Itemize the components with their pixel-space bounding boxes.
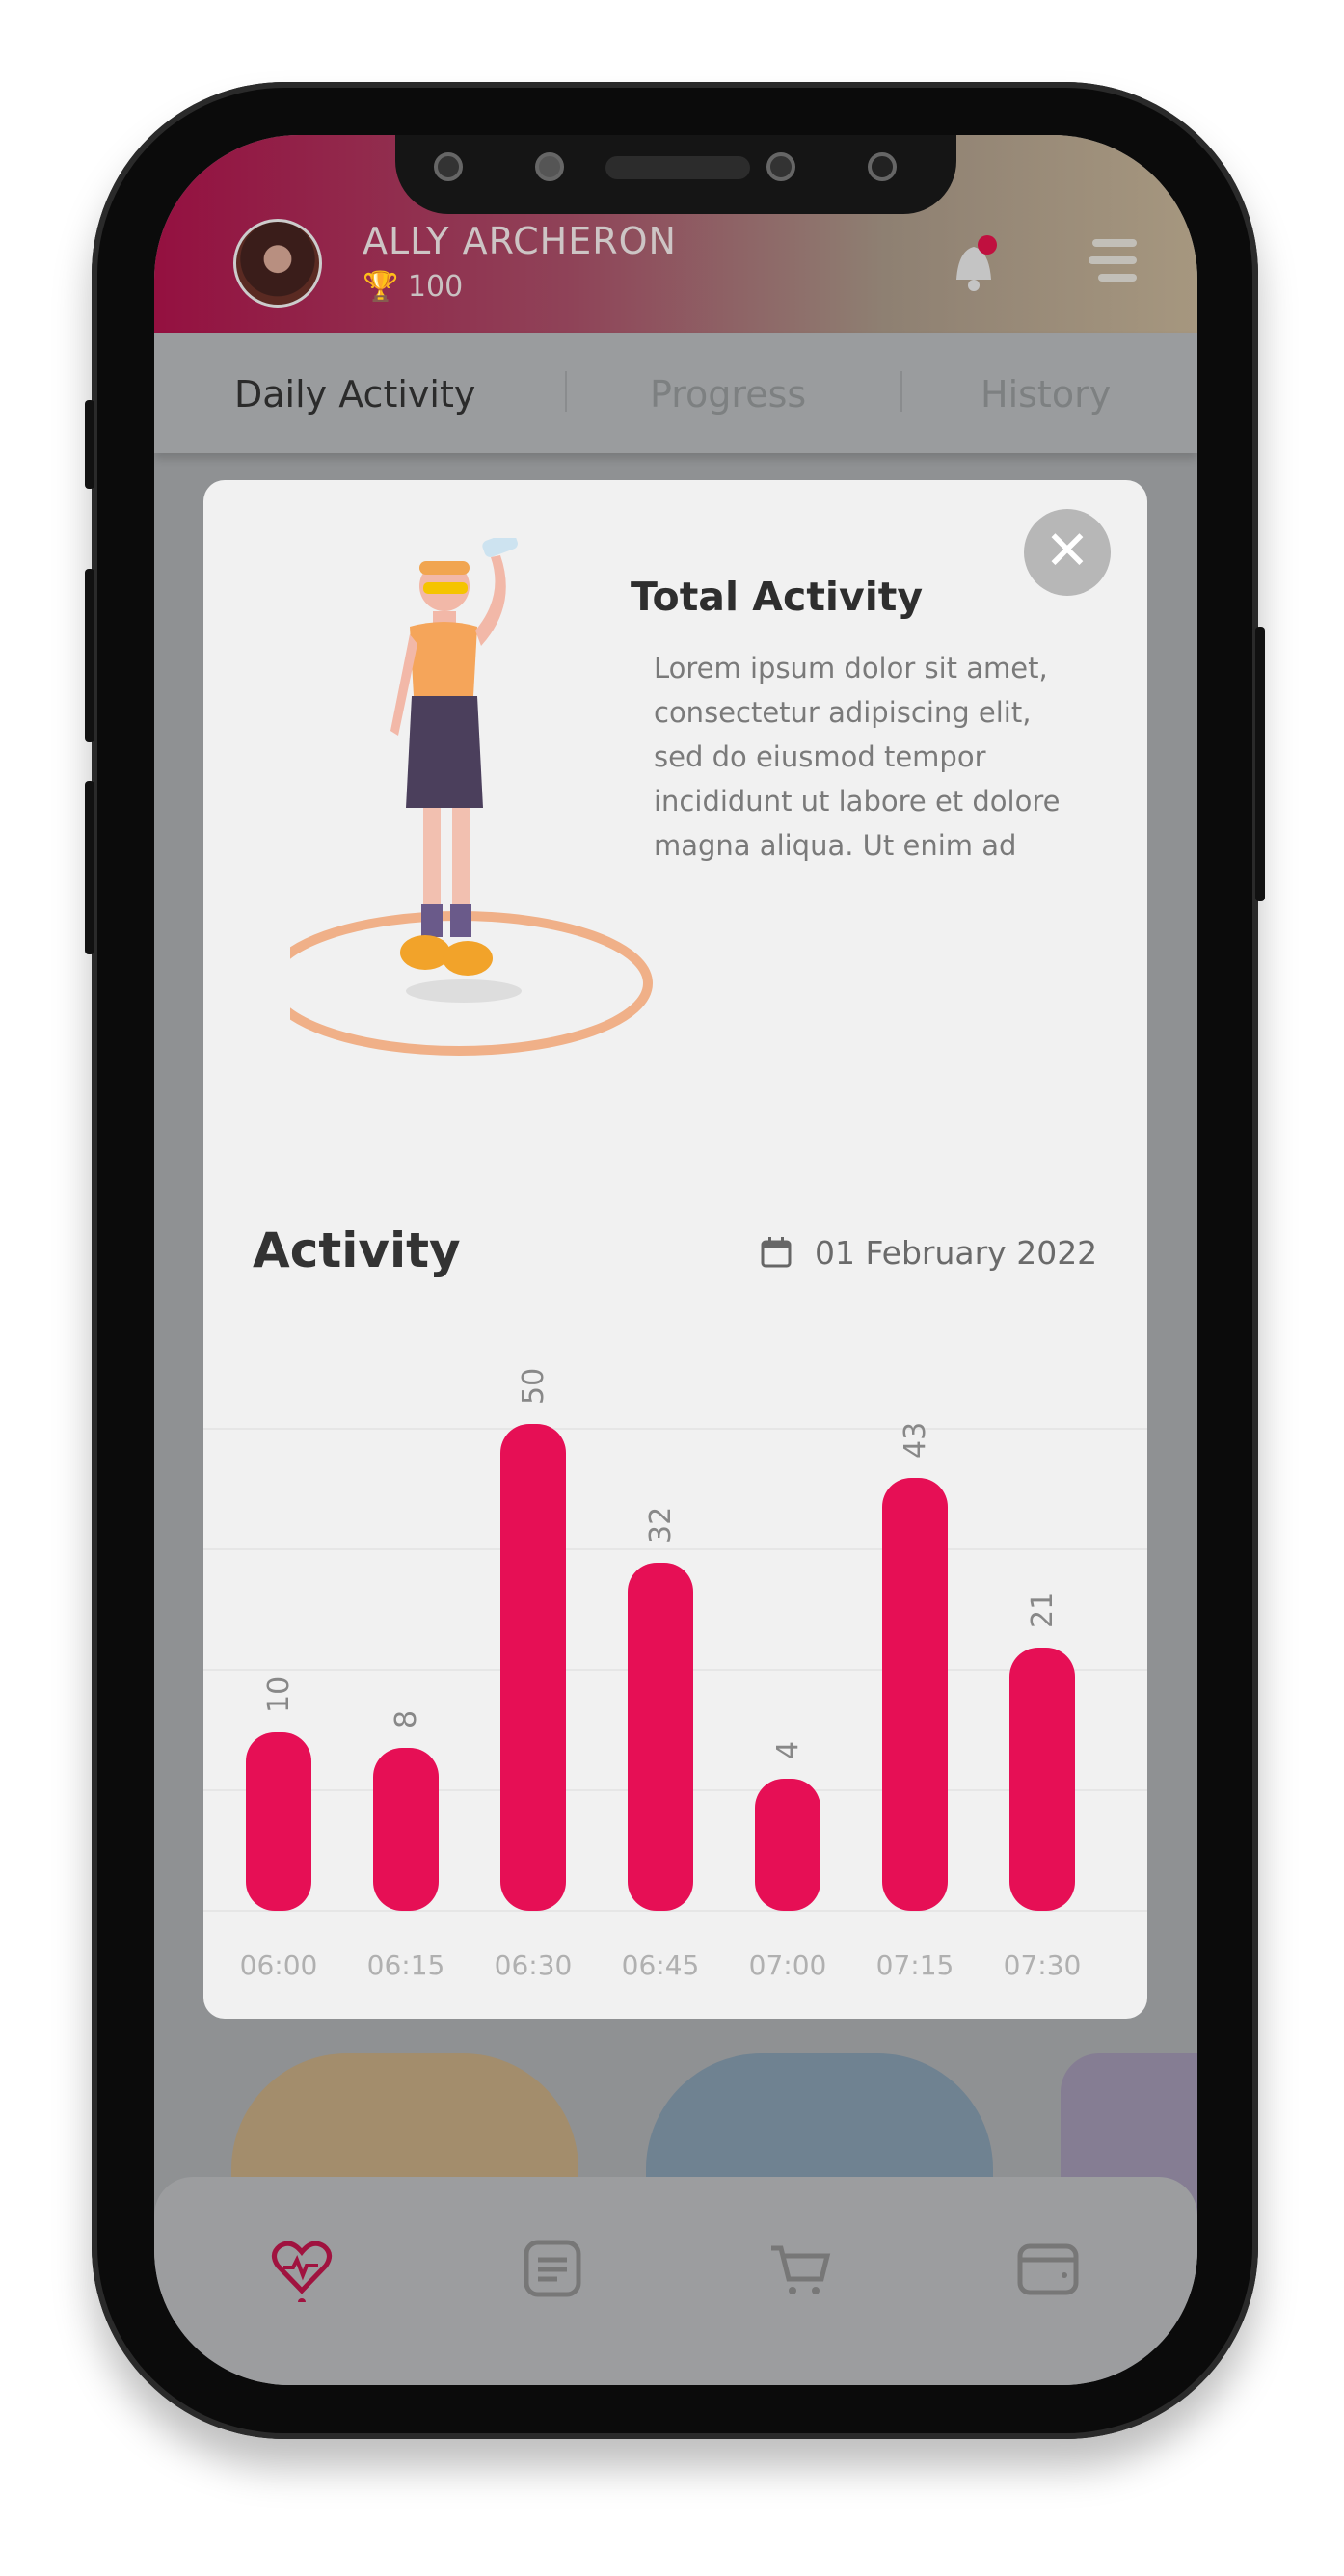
bar-value-label: 21 — [1026, 1592, 1060, 1628]
date-selector[interactable]: 01 February 2022 — [815, 1234, 1097, 1272]
tab-daily-activity[interactable]: Daily Activity — [234, 373, 475, 416]
activity-bar-chart: 10 06:00 8 06:15 50 06:30 32 06:45 4 07:00 43 07:15… — [203, 1368, 1147, 1981]
bottom-navigation — [154, 2177, 1197, 2385]
x-tick-label: 07:30 — [1004, 1949, 1082, 1981]
x-tick-label: 07:00 — [749, 1949, 827, 1981]
cart-icon[interactable] — [767, 2235, 835, 2302]
bar — [755, 1779, 820, 1911]
tab-history[interactable]: History — [981, 373, 1111, 416]
bar-value-label: 4 — [771, 1741, 805, 1759]
avatar[interactable] — [233, 219, 322, 308]
x-tick-label: 07:15 — [876, 1949, 954, 1981]
heart-pulse-icon[interactable] — [268, 2235, 336, 2302]
volume-up-button — [85, 569, 94, 742]
bar-value-label: 50 — [517, 1368, 551, 1405]
total-activity-modal: ✕ Total Activity Lorem ipsum dolor sit a… — [203, 480, 1147, 2019]
activity-section-title: Activity — [253, 1222, 461, 1278]
modal-title: Total Activity — [631, 574, 924, 620]
bar — [882, 1478, 948, 1911]
x-tick-label: 06:00 — [240, 1949, 318, 1981]
volume-down-button — [85, 781, 94, 954]
description-line: consectetur adipiscing elit, — [654, 696, 1032, 729]
power-button — [1255, 627, 1265, 901]
bar-value-label: 43 — [899, 1422, 932, 1459]
bar — [373, 1748, 439, 1911]
close-button[interactable]: ✕ — [1024, 509, 1111, 596]
menu-icon[interactable] — [1085, 231, 1142, 289]
bar-value-label: 8 — [390, 1710, 423, 1729]
x-tick-label: 06:30 — [495, 1949, 573, 1981]
close-icon: ✕ — [1044, 520, 1090, 582]
bar-value-label: 10 — [262, 1677, 296, 1713]
mute-switch — [85, 400, 94, 489]
wallet-icon[interactable] — [1014, 2235, 1082, 2302]
user-name: ALLY ARCHERON — [363, 220, 677, 262]
bell-icon[interactable] — [945, 231, 1003, 299]
x-tick-label: 06:45 — [622, 1949, 700, 1981]
tab-progress[interactable]: Progress — [650, 373, 806, 416]
trophy-icon: 🏆 — [363, 270, 399, 304]
description-line: sed do eiusmod tempor — [654, 740, 986, 773]
calendar-icon[interactable] — [760, 1236, 793, 1269]
bar — [628, 1563, 693, 1911]
app-screen: ALLY ARCHERON 🏆 100 Daily Activity Progr… — [154, 135, 1197, 2385]
bar — [246, 1732, 311, 1911]
list-icon[interactable] — [519, 2235, 586, 2302]
bar-value-label: 32 — [644, 1507, 678, 1543]
bar — [1009, 1648, 1075, 1911]
notch — [395, 135, 956, 214]
bar — [500, 1424, 566, 1911]
tab-bar: Daily Activity Progress History — [154, 333, 1197, 453]
points: 🏆 100 — [363, 270, 463, 304]
description-line: magna aliqua. Ut enim ad — [654, 829, 1017, 862]
points-value: 100 — [407, 270, 464, 304]
x-tick-label: 06:15 — [367, 1949, 445, 1981]
description-line: Lorem ipsum dolor sit amet, — [654, 652, 1048, 684]
description-line: incididunt ut labore et dolore — [654, 785, 1061, 818]
